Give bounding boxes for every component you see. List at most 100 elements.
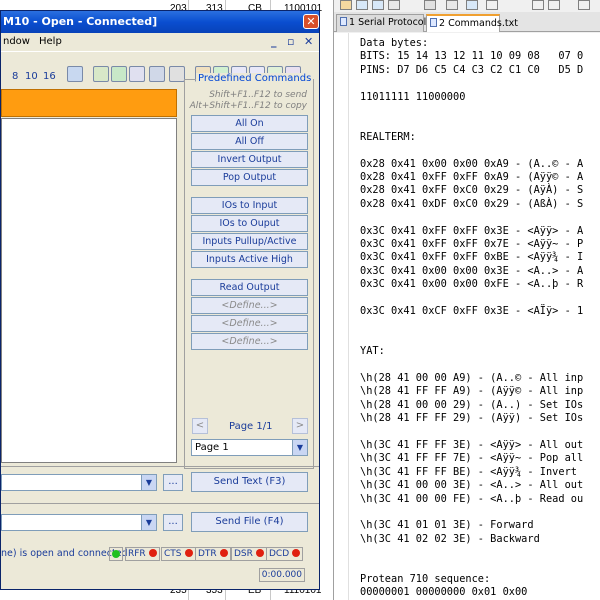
- text-line: \h(3C 41 FF FF 7E) - <Aÿÿ~ - Pop all: [360, 452, 584, 465]
- toolbar-icon[interactable]: [424, 0, 436, 10]
- inputs-pullup-button[interactable]: Inputs Pullup/Active Low: [191, 233, 308, 262]
- page-next-button[interactable]: >: [292, 418, 308, 434]
- toolbar-icon[interactable]: [93, 66, 109, 82]
- send-file-button[interactable]: Send File (F4): [191, 512, 308, 532]
- close-icon[interactable]: ✕: [303, 14, 319, 29]
- base-8-button[interactable]: 8: [12, 71, 18, 82]
- restore-icon[interactable]: ▫: [287, 35, 294, 48]
- all-on-button[interactable]: All On: [191, 115, 308, 132]
- text-line: 0x3C 0x41 0x00 0x00 0xFE - <A..þ - R: [360, 278, 584, 291]
- read-output-button[interactable]: Read Output: [191, 279, 308, 296]
- text-line: \h(3C 41 01 01 3E) - Forward: [360, 519, 534, 532]
- all-off-button[interactable]: All Off: [191, 133, 308, 150]
- send-text-extra-button[interactable]: ...: [163, 474, 183, 491]
- redo-icon[interactable]: [548, 0, 560, 10]
- search-icon[interactable]: [578, 0, 590, 10]
- page-select[interactable]: Page 1 ▼: [191, 439, 308, 456]
- toolbar-icon[interactable]: [129, 66, 145, 82]
- text-line: PINS: D7 D6 C5 C4 C3 C2 C1 C0 D5 D: [360, 63, 584, 76]
- toolbar-icon[interactable]: [340, 0, 352, 10]
- send-text-input[interactable]: ▼: [1, 474, 157, 491]
- toolbar-icon[interactable]: [466, 0, 478, 10]
- hint-send: Shift+F1..F12 to send: [209, 90, 307, 100]
- close-icon[interactable]: ✕: [304, 35, 313, 48]
- page-select-value: Page 1: [195, 442, 229, 453]
- text-line: YAT:: [360, 345, 385, 358]
- text-line: \h(3C 41 00 00 FE) - <A..þ - Read ou: [360, 492, 584, 505]
- define-button[interactable]: <Define...>: [191, 333, 308, 350]
- define-button[interactable]: <Define...>: [191, 297, 308, 314]
- toolbar-icon[interactable]: [388, 0, 400, 10]
- dtr-indicator: DTR: [195, 547, 231, 561]
- dropdown-arrow-icon[interactable]: ▼: [141, 475, 156, 490]
- text-line: Data bytes:: [360, 37, 429, 49]
- led-icon: [255, 549, 264, 557]
- printer-icon[interactable]: [169, 66, 185, 82]
- text-line: \h(28 41 00 00 29) - (A..) - Set IOs: [360, 398, 584, 411]
- elapsed-timer: 0:00.000: [259, 568, 305, 582]
- tab-commands[interactable]: 2 Commands.txt: [426, 14, 518, 32]
- text-line: \h(28 41 FF FF 29) - (Aÿÿ) - Set IOs: [360, 412, 584, 425]
- text-line: 11011111 11000000: [360, 90, 466, 103]
- notepad-window: 1 Serial Protocol.txt 2 Commands.txt Dat…: [333, 0, 600, 600]
- led-icon: [109, 547, 123, 561]
- dsr-indicator: DSR: [231, 547, 267, 561]
- toolbar-icon[interactable]: [356, 0, 368, 10]
- file-icon: [430, 18, 437, 27]
- dcd-indicator: DCD: [266, 547, 304, 561]
- terminal-display[interactable]: [1, 118, 177, 463]
- rfr-indicator: RFR: [125, 547, 160, 561]
- page-prev-button[interactable]: <: [192, 418, 208, 434]
- realterm-titlebar[interactable]: M10 - Open - Connected] ✕: [1, 11, 319, 33]
- text-line: 0x3C 0x41 0xFF 0xFF 0xBE - <Aÿÿ¾ - I: [360, 251, 584, 264]
- browse-file-button[interactable]: ...: [163, 514, 183, 531]
- menu-help[interactable]: Help: [39, 36, 62, 47]
- menu-window[interactable]: ndow: [3, 36, 30, 47]
- led-icon: [184, 549, 193, 557]
- cts-indicator: CTS: [161, 547, 196, 561]
- text-line: 0x3C 0x41 0xFF 0xFF 0x3E - <Aÿÿ> - A: [360, 224, 584, 237]
- toolbar-icon[interactable]: [149, 66, 165, 82]
- text-editor[interactable]: Data bytes: BITS: 15 14 13 12 11 10 09 08…: [334, 33, 600, 600]
- dropdown-arrow-icon[interactable]: ▼: [141, 515, 156, 530]
- toolbar-icon[interactable]: [111, 66, 127, 82]
- led-icon: [292, 549, 301, 557]
- undo-icon[interactable]: [532, 0, 544, 10]
- page-label: Page 1/1: [229, 421, 273, 432]
- text-line: 0x3C 0x41 0xCF 0xFF 0x3E - <AÏÿ> - 1: [360, 305, 584, 317]
- fold-margin: [348, 33, 349, 600]
- dropdown-arrow-icon[interactable]: ▼: [292, 440, 307, 455]
- send-file-input[interactable]: ▼: [1, 514, 157, 531]
- text-line: Protean 710 sequence:: [360, 573, 491, 585]
- base-10-button[interactable]: 10: [25, 71, 38, 82]
- realterm-window: M10 - Open - Connected] ✕ ndow Help _ ▫ …: [0, 10, 320, 590]
- window-title: M10 - Open - Connected]: [3, 15, 158, 28]
- minimize-icon[interactable]: _: [271, 35, 277, 48]
- text-line: \h(3C 41 FF FF BE) - <Aÿÿ¾ - Invert: [360, 465, 577, 478]
- inputs-active-high-button[interactable]: Inputs Active High: [191, 251, 308, 268]
- status-bar: ne) is open and connected RFR CTS DTR DS…: [1, 545, 319, 563]
- text-line: 00000001 00000000 0x01 0x00: [360, 586, 528, 599]
- invert-output-button[interactable]: Invert Output: [191, 151, 308, 168]
- text-line: 0x28 0x41 0xFF 0xFF 0xA9 - (Aÿÿ© - A: [360, 171, 584, 183]
- text-line: \h(3C 41 02 02 3E) - Backward: [360, 532, 540, 545]
- toolbar-icon[interactable]: [446, 0, 458, 10]
- text-line: 0x28 0x41 0xDF 0xC0 0x29 - (AßÀ) - S: [360, 197, 584, 210]
- text-line: 0x28 0x41 0xFF 0xC0 0x29 - (AÿÀ) - S: [360, 184, 584, 197]
- send-text-button[interactable]: Send Text (F3): [191, 472, 308, 492]
- pop-output-button[interactable]: Pop Output: [191, 169, 308, 186]
- ios-to-input-button[interactable]: IOs to Input: [191, 197, 308, 214]
- tab-serial-protocol[interactable]: 1 Serial Protocol.txt: [336, 14, 442, 32]
- predefined-commands-title: Predefined Commands: [196, 73, 314, 84]
- divider: [1, 466, 319, 467]
- divider: [1, 503, 319, 504]
- led-indicator: [112, 550, 120, 558]
- toolbar-icon[interactable]: [372, 0, 384, 10]
- text-line: BITS: 15 14 13 12 11 10 09 08 07 0: [360, 50, 584, 63]
- text-line: \h(3C 41 FF FF 3E) - <Aÿÿ> - All out: [360, 439, 584, 451]
- ios-to-output-button[interactable]: IOs to Ouput: [191, 215, 308, 232]
- toolbar-icon[interactable]: [486, 0, 498, 10]
- base-16-button[interactable]: 16: [43, 71, 56, 82]
- toolbar-icon[interactable]: [67, 66, 83, 82]
- define-button[interactable]: <Define...>: [191, 315, 308, 332]
